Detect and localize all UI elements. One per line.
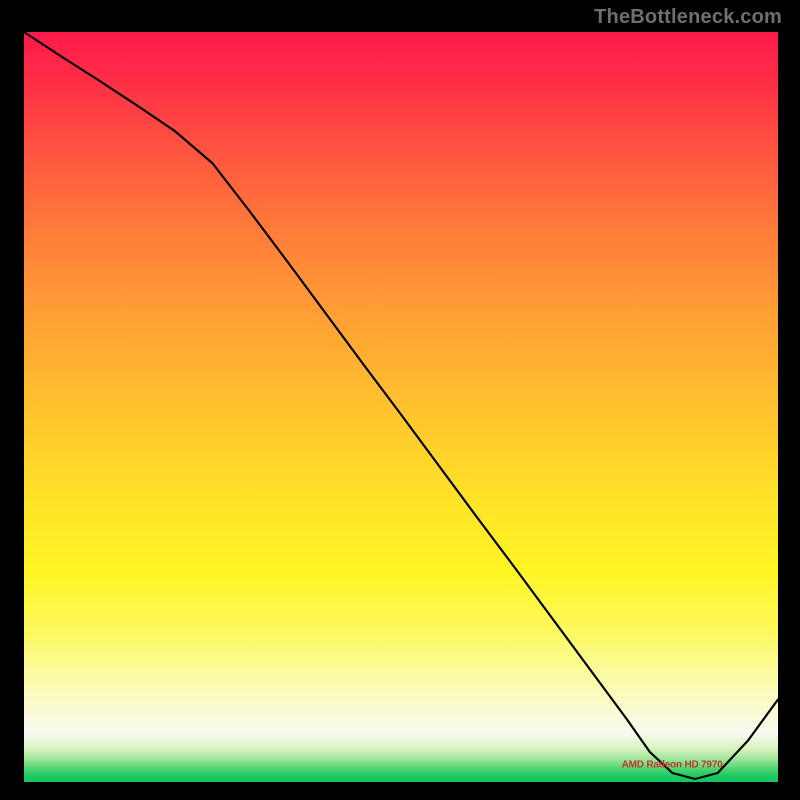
watermark-text: TheBottleneck.com [594, 6, 782, 29]
plot-area: AMD Radeon HD 7970 [22, 30, 780, 784]
legend-label: AMD Radeon HD 7970 [622, 759, 723, 770]
data-curve [24, 32, 778, 782]
chart-container: TheBottleneck.com AMD Radeon HD 7970 [0, 0, 800, 800]
